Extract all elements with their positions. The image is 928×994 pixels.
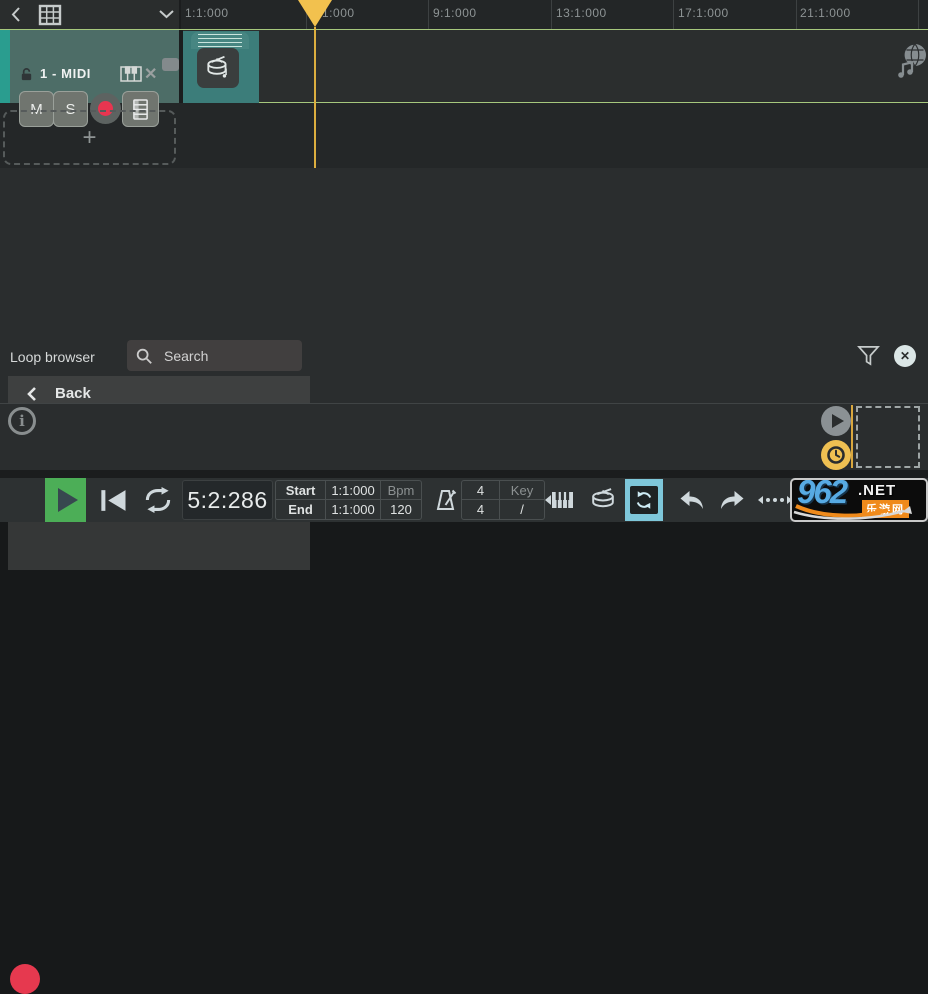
collapse-chevron-icon[interactable] [158, 9, 175, 20]
time-display[interactable]: 5:2:286 [182, 480, 273, 520]
play-icon [832, 414, 844, 428]
scroll-dots-icon [758, 496, 792, 504]
midi-clip[interactable] [183, 31, 259, 103]
playhead-marker[interactable] [298, 0, 332, 27]
more-transport-button[interactable] [757, 478, 793, 522]
end-label: End [276, 500, 326, 519]
sync-button[interactable] [625, 479, 663, 521]
rewind-button[interactable] [96, 478, 132, 522]
back-label: Back [55, 385, 91, 402]
loop-browser-panel: Loop browser ✕ Back Loops Instrumentals … [0, 168, 928, 403]
start-value[interactable]: 1:1:000 [326, 481, 381, 500]
key-value[interactable]: / [500, 500, 544, 519]
end-value[interactable]: 1:1:000 [326, 500, 381, 519]
transport-bar: 5:2:286 Start 1:1:000 Bpm End 1:1:000 12… [0, 478, 928, 522]
piano-keys-icon[interactable] [120, 66, 142, 82]
timesig-key-box: 4 Key 4 / [461, 480, 545, 520]
sync-arrows-icon [634, 490, 654, 510]
sync-inner [630, 486, 658, 514]
track-name[interactable]: 1 - MIDI [40, 66, 91, 81]
back-chevron-icon [26, 386, 37, 402]
info-glyph: i [19, 412, 25, 430]
ruler-label: 21:1:000 [800, 6, 851, 20]
ruler-label: 1:1:000 [185, 6, 229, 20]
start-label: Start [276, 481, 326, 500]
clip-instrument-pad[interactable] [197, 48, 239, 88]
clip-grip[interactable] [191, 32, 249, 49]
panel-title: Loop browser [10, 349, 95, 365]
timesig-denominator[interactable]: 4 [462, 500, 500, 519]
info-icon[interactable]: i [8, 407, 36, 435]
online-sounds-globe-icon[interactable] [893, 42, 928, 80]
filter-icon[interactable] [857, 345, 880, 366]
watermark-swoosh [792, 504, 926, 522]
preview-drop-area[interactable] [856, 406, 920, 468]
close-icon: ✕ [900, 349, 910, 363]
search-icon [135, 347, 153, 365]
track-color-strip [0, 30, 10, 103]
track-lane[interactable] [180, 30, 928, 102]
watermark-tld: .NET [858, 482, 896, 499]
back-chevron-icon[interactable] [10, 6, 22, 23]
divider [0, 470, 928, 478]
metronome-button[interactable] [428, 478, 462, 522]
drum-icon [204, 54, 232, 82]
undo-button[interactable] [676, 478, 706, 522]
ruler-tick [673, 0, 674, 29]
preview-bar [0, 403, 928, 470]
watermark: 962 .NET 乐游网 [790, 478, 928, 522]
ruler-tick [551, 0, 552, 29]
track-resize-handle[interactable] [162, 58, 179, 71]
lock-icon[interactable] [19, 67, 34, 82]
preview-playhead-line [851, 405, 853, 468]
divider [179, 0, 181, 29]
bpm-value[interactable]: 120 [381, 500, 421, 519]
track-header[interactable]: 1 - MIDI ✕ M S [0, 30, 180, 103]
timesig-numerator[interactable]: 4 [462, 481, 500, 500]
playhead-line [314, 27, 316, 168]
timeline-ruler[interactable]: 1:1:000 5:1:000 9:1:000 13:1:000 17:1:00… [180, 0, 928, 29]
key-label: Key [500, 481, 544, 500]
bpm-label: Bpm [381, 481, 421, 500]
record-button[interactable] [10, 964, 40, 994]
track-list-toolbar [0, 0, 180, 29]
loop-toggle-button[interactable] [138, 478, 178, 522]
start-end-bpm-box: Start 1:1:000 Bpm End 1:1:000 120 [275, 480, 422, 520]
ruler-tick [796, 0, 797, 29]
ruler-label: 9:1:000 [433, 6, 477, 20]
history-clock-icon[interactable] [821, 440, 851, 470]
search-box[interactable] [127, 340, 302, 371]
play-button[interactable] [45, 478, 86, 522]
ruler-tick [428, 0, 429, 29]
ruler-label: 13:1:000 [556, 6, 607, 20]
grid-line [180, 102, 928, 103]
grid-view-icon[interactable] [38, 4, 62, 26]
ruler-tick [918, 0, 919, 29]
ruler-label: 17:1:000 [678, 6, 729, 20]
plus-icon: + [82, 124, 96, 152]
play-icon [58, 488, 78, 512]
search-input[interactable] [162, 347, 294, 365]
close-track-icon[interactable]: ✕ [144, 64, 157, 84]
close-panel-button[interactable]: ✕ [894, 345, 916, 367]
add-track-button[interactable]: + [3, 110, 176, 165]
redo-button[interactable] [717, 478, 747, 522]
keyboard-button[interactable] [545, 478, 575, 522]
preview-play-button[interactable] [821, 406, 851, 436]
drum-button[interactable] [586, 478, 620, 522]
